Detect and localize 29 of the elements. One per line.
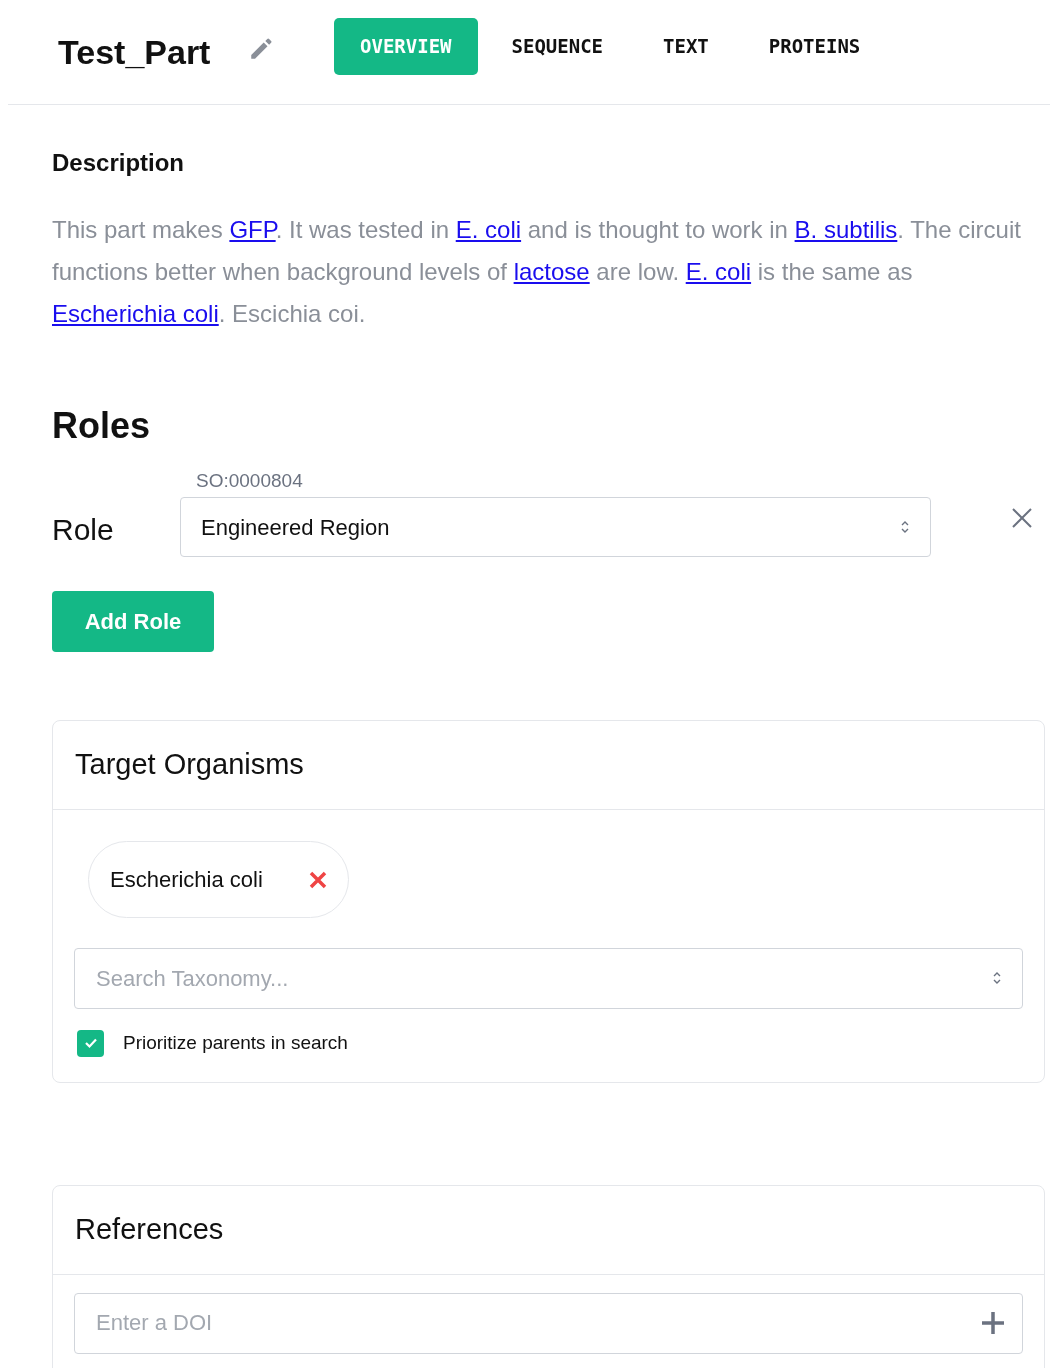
role-label: Role [52, 512, 115, 548]
link[interactable]: GFP [229, 216, 276, 243]
card-title: References [75, 1211, 224, 1247]
plus-icon[interactable] [981, 1310, 1005, 1335]
section-heading: Description [52, 148, 186, 178]
updown-chevron-icon [992, 970, 1002, 986]
remove-icon[interactable] [308, 870, 327, 889]
tab[interactable]: TEXT [637, 17, 735, 75]
updown-chevron-icon [900, 519, 910, 535]
section-heading: Roles [52, 404, 152, 448]
role-code: SO:0000804 [196, 469, 304, 489]
description-text: This part makes GFP. It was tested in E. coli and is thought to work in B. subtilis. The circuit functions better when background levels of lactose are low. E. coli is the same as Escherichia coli. Escichia coi. [52, 215, 1022, 329]
checkbox-label: Prioritize parents in search [123, 1031, 348, 1055]
pencil-icon[interactable] [248, 36, 274, 62]
link[interactable]: B. subtilis [794, 216, 898, 243]
link[interactable]: E. coli [685, 258, 752, 285]
role-select[interactable]: Engineered Region [180, 497, 931, 557]
tab[interactable]: SEQUENCE [485, 17, 630, 75]
tab[interactable]: PROTEINS [742, 17, 887, 75]
part-title: Test_Part [58, 31, 212, 73]
doi-input-field[interactable]: Enter a DOI [74, 1292, 1023, 1354]
link[interactable]: Escherichia coli [52, 300, 219, 327]
taxonomy-search-field[interactable]: Search Taxonomy... [74, 948, 1023, 1009]
link[interactable]: lactose [513, 258, 590, 285]
link[interactable]: E. coli [455, 216, 522, 243]
check-icon [83, 1037, 98, 1050]
close-icon[interactable] [1011, 507, 1033, 529]
card-title: Target Organisms [75, 747, 304, 783]
checkbox[interactable] [77, 1029, 104, 1057]
